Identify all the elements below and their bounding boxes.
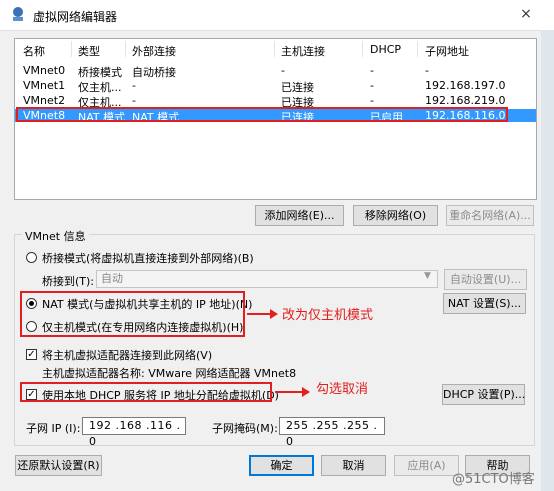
col-separator xyxy=(362,41,363,57)
table-row-vmnet2[interactable]: VMnet2 仅主机... - 已连接 - 192.168.219.0 xyxy=(15,94,536,109)
col-header-external[interactable]: 外部连接 xyxy=(132,43,176,59)
cell-external: 自动桥接 xyxy=(132,66,176,79)
cell-subnet: 192.168.219.0 xyxy=(425,94,506,107)
cell-dhcp: - xyxy=(370,94,374,107)
cell-name: VMnet0 xyxy=(23,64,66,77)
connect-adapter-label[interactable]: 将主机虚拟适配器连接到此网络(V) xyxy=(42,347,212,363)
col-header-type[interactable]: 类型 xyxy=(78,43,100,59)
table-row-vmnet1[interactable]: VMnet1 仅主机... - 已连接 - 192.168.197.0 xyxy=(15,79,536,94)
annotation-uncheck: 勾选取消 xyxy=(316,382,369,397)
annotation-box-vmnet8 xyxy=(16,107,508,122)
apply-button[interactable]: 应用(A) xyxy=(394,455,459,476)
subnet-ip-label: 子网 IP (I): xyxy=(26,422,81,435)
cell-dhcp: - xyxy=(370,79,374,92)
adapter-name-text: 主机虚拟适配器名称: VMware 网络适配器 VMnet8 xyxy=(42,367,297,380)
bridged-to-label: 桥接到(T): xyxy=(42,275,95,288)
close-icon[interactable]: × xyxy=(512,4,540,24)
cell-host: 已连接 xyxy=(281,81,314,94)
watermark-text: @51CTO博客 xyxy=(452,472,535,487)
subnet-mask-input[interactable]: 255 .255 .255 . 0 xyxy=(279,417,385,448)
annotation-arrow xyxy=(275,391,303,393)
col-header-subnet[interactable]: 子网地址 xyxy=(425,43,469,59)
col-separator xyxy=(71,41,72,57)
ok-button[interactable]: 确定 xyxy=(249,455,314,476)
add-network-button[interactable]: 添加网络(E)... xyxy=(255,205,344,226)
col-separator xyxy=(274,41,275,57)
col-header-dhcp[interactable]: DHCP xyxy=(370,43,401,56)
auto-settings-button[interactable]: 自动设置(U)... xyxy=(444,269,527,290)
annotation-arrow xyxy=(247,313,271,315)
restore-defaults-button[interactable]: 还原默认设置(R) xyxy=(15,455,102,476)
cell-type: 仅主机... xyxy=(78,81,122,94)
cell-type: 桥接模式 xyxy=(78,66,122,79)
table-row-vmnet0[interactable]: VMnet0 桥接模式 自动桥接 - - - xyxy=(15,64,536,79)
background-window-strip xyxy=(541,30,554,491)
cell-name: VMnet1 xyxy=(23,79,66,92)
rename-network-button[interactable]: 重命名网络(A)... xyxy=(446,205,534,226)
bridge-mode-label[interactable]: 桥接模式(将虚拟机直接连接到外部网络)(B) xyxy=(42,250,254,266)
dhcp-settings-button[interactable]: DHCP 设置(P)... xyxy=(442,384,525,405)
remove-network-button[interactable]: 移除网络(O) xyxy=(353,205,438,226)
annotation-arrow-head xyxy=(302,387,310,397)
nat-settings-button[interactable]: NAT 设置(S)... xyxy=(443,293,526,314)
window-title: 虚拟网络编辑器 xyxy=(33,10,118,24)
connect-adapter-checkbox[interactable]: ✓ xyxy=(26,349,37,360)
cell-external: - xyxy=(132,79,136,92)
col-separator xyxy=(417,41,418,57)
col-header-name[interactable]: 名称 xyxy=(23,43,45,59)
annotation-box-dhcp xyxy=(20,382,272,402)
cell-subnet: - xyxy=(425,64,429,77)
subnet-ip-input[interactable]: 192 .168 .116 . 0 xyxy=(82,417,186,448)
cell-dhcp: - xyxy=(370,64,374,77)
col-header-host[interactable]: 主机连接 xyxy=(281,43,325,59)
vmnet-info-title: VMnet 信息 xyxy=(22,228,89,244)
bridge-mode-radio[interactable] xyxy=(26,252,37,263)
annotation-arrow-head xyxy=(270,309,278,319)
annotation-change-mode: 改为仅主机模式 xyxy=(282,308,374,323)
chevron-down-icon: ▼ xyxy=(424,271,431,281)
cell-subnet: 192.168.197.0 xyxy=(425,79,506,92)
annotation-box-mode xyxy=(20,291,245,337)
cell-name: VMnet2 xyxy=(23,94,66,107)
col-separator xyxy=(125,41,126,57)
subnet-mask-label: 子网掩码(M): xyxy=(212,422,278,435)
bridged-to-select[interactable]: 自动 xyxy=(96,270,438,288)
cancel-button[interactable]: 取消 xyxy=(321,455,386,476)
cell-host: - xyxy=(281,64,285,77)
cell-external: - xyxy=(132,94,136,107)
network-editor-icon xyxy=(13,7,23,21)
